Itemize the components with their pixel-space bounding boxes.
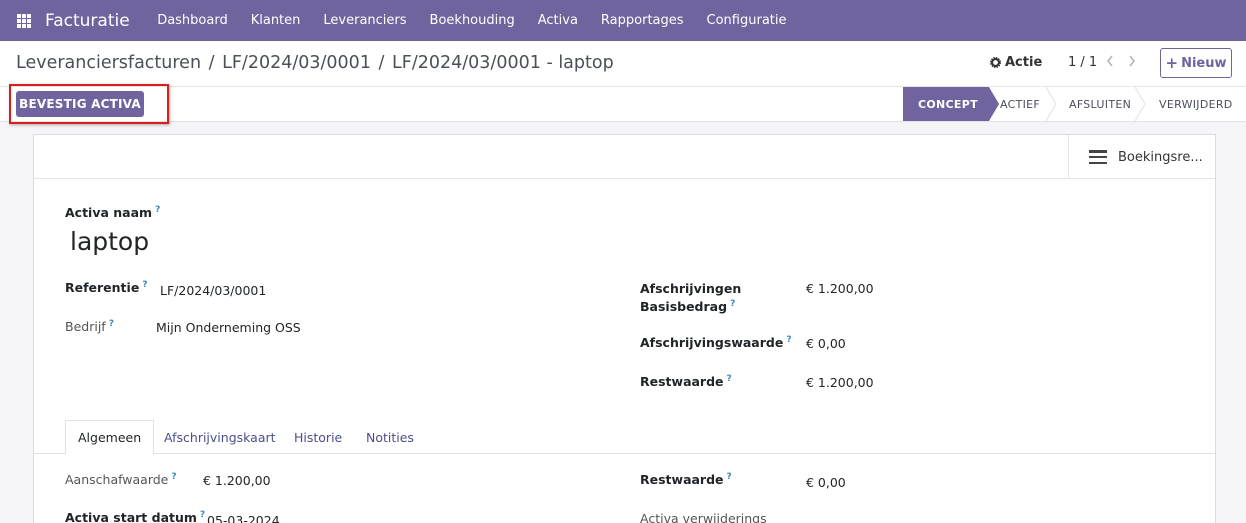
- confirm-asset-button[interactable]: BEVESTIG ACTIVA: [16, 91, 144, 117]
- new-button[interactable]: + Nieuw: [1160, 48, 1232, 78]
- depreciation-base-value[interactable]: € 1.200,00: [806, 281, 874, 296]
- help-icon[interactable]: ?: [142, 280, 147, 290]
- breadcrumb-separator: /: [378, 53, 385, 73]
- asset-disposal-label: Activa verwijderings: [640, 511, 767, 523]
- menu-item-activa[interactable]: Activa: [526, 0, 589, 41]
- help-icon[interactable]: ?: [109, 319, 114, 329]
- action-menu-button[interactable]: Actie: [990, 55, 1042, 70]
- company-label: Bedrijf?: [65, 319, 114, 334]
- top-navbar: Facturatie Dashboard Klanten Leverancier…: [0, 0, 1246, 41]
- gear-icon: [990, 57, 1001, 68]
- action-label: Actie: [1005, 55, 1043, 70]
- apps-grid-icon[interactable]: [17, 13, 31, 28]
- asset-start-date-value[interactable]: 05-03-2024: [207, 513, 280, 523]
- smart-button-label: Boekingsre...: [1118, 149, 1203, 165]
- menu-item-leveranciers[interactable]: Leveranciers: [312, 0, 418, 41]
- breadcrumb-item-current: LF/2024/03/0001 - laptop: [392, 53, 614, 73]
- help-icon[interactable]: ?: [171, 472, 176, 482]
- plus-icon: +: [1165, 54, 1179, 72]
- menu-item-rapportages[interactable]: Rapportages: [589, 0, 695, 41]
- pager-prev-icon[interactable]: [1105, 53, 1119, 69]
- stage-actief[interactable]: ACTIEF: [1000, 87, 1050, 121]
- stage-afsluiten[interactable]: AFSLUITEN: [1069, 87, 1139, 121]
- stage-concept[interactable]: CONCEPT: [903, 87, 989, 121]
- purchase-value-value[interactable]: € 1.200,00: [203, 473, 271, 488]
- tab-residual-value-value[interactable]: € 0,00: [806, 475, 846, 490]
- help-icon[interactable]: ?: [155, 205, 160, 215]
- help-icon[interactable]: ?: [727, 472, 732, 482]
- breadcrumb: Leveranciersfacturen / LF/2024/03/0001 /…: [16, 53, 614, 73]
- stage-arrow: [1046, 87, 1057, 121]
- menu-item-configuratie[interactable]: Configuratie: [695, 0, 798, 41]
- asset-name-input[interactable]: laptop: [70, 227, 149, 256]
- depreciation-base-label-line1: Afschrijvingen: [640, 281, 742, 296]
- breadcrumb-item-invoices[interactable]: Leveranciersfacturen: [16, 53, 201, 73]
- asset-start-date-label: Activa start datum?: [65, 510, 206, 523]
- breadcrumb-separator: /: [208, 53, 215, 73]
- notebook-tabs: Algemeen Afschrijvingskaart Historie Not…: [34, 420, 1215, 455]
- button-box: Boekingsre...: [34, 135, 1215, 179]
- new-button-label: Nieuw: [1181, 55, 1227, 71]
- pager-value[interactable]: 1 / 1: [1068, 55, 1097, 70]
- reference-value[interactable]: LF/2024/03/0001: [160, 283, 266, 298]
- reference-label: Referentie?: [65, 280, 148, 295]
- stage-verwijderd[interactable]: VERWIJDERD: [1159, 87, 1245, 121]
- journal-entries-smart-button[interactable]: Boekingsre...: [1068, 135, 1215, 179]
- tab-residual-value-label: Restwaarde?: [640, 472, 732, 487]
- status-bar: BEVESTIG ACTIVA CONCEPT ACTIEF AFSLUITEN…: [0, 84, 1246, 124]
- depreciation-value-label: Afschrijvingswaarde?: [640, 335, 792, 350]
- form-sheet: Boekingsre... Activa naam? laptop Refere…: [33, 134, 1216, 523]
- menu-item-boekhouding[interactable]: Boekhouding: [418, 0, 526, 41]
- control-panel: Leveranciersfacturen / LF/2024/03/0001 /…: [0, 41, 1246, 87]
- depreciation-value-value[interactable]: € 0,00: [806, 336, 846, 351]
- help-icon[interactable]: ?: [200, 510, 205, 520]
- pager-next-icon[interactable]: [1127, 53, 1141, 69]
- company-value[interactable]: Mijn Onderneming OSS: [156, 320, 301, 335]
- breadcrumb-item-invoice[interactable]: LF/2024/03/0001: [222, 53, 371, 73]
- residual-value-label: Restwaarde?: [640, 374, 732, 389]
- purchase-value-label: Aanschafwaarde?: [65, 472, 177, 487]
- help-icon[interactable]: ?: [727, 374, 732, 384]
- menu-item-dashboard[interactable]: Dashboard: [146, 0, 240, 41]
- tab-afschrijvingskaart[interactable]: Afschrijvingskaart: [152, 420, 288, 454]
- help-icon[interactable]: ?: [730, 299, 735, 309]
- tab-historie[interactable]: Historie: [282, 420, 354, 454]
- depreciation-base-label-line2: Basisbedrag?: [640, 299, 736, 314]
- help-icon[interactable]: ?: [786, 335, 791, 345]
- stage-arrow: [1135, 87, 1146, 121]
- asset-name-label: Activa naam?: [65, 205, 161, 220]
- residual-value-value[interactable]: € 1.200,00: [806, 375, 874, 390]
- tab-algemeen[interactable]: Algemeen: [65, 420, 155, 455]
- app-brand[interactable]: Facturatie: [45, 11, 130, 31]
- list-icon: [1089, 150, 1107, 164]
- tab-notities[interactable]: Notities: [354, 420, 426, 454]
- menu-item-klanten[interactable]: Klanten: [239, 0, 312, 41]
